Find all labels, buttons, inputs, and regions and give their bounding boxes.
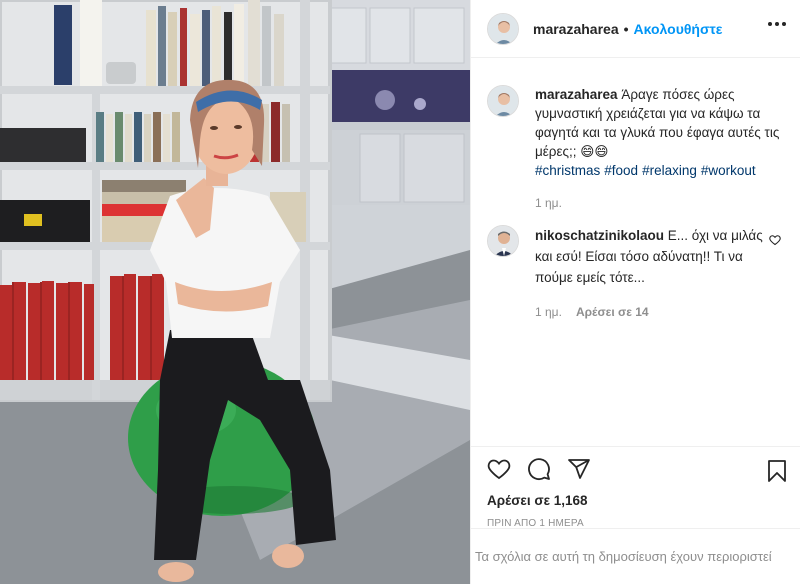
likes-count[interactable]: Αρέσει σε 1,168 (471, 493, 800, 508)
caption-avatar-image (488, 86, 518, 116)
comment-like-heart-icon[interactable] (769, 233, 781, 249)
comment-time[interactable]: 1 ημ. (535, 302, 562, 323)
author-username[interactable]: marazaharea (533, 21, 619, 37)
like-heart-icon[interactable] (487, 457, 511, 484)
hashtag-workout[interactable]: #workout (701, 163, 756, 178)
post-header: marazaharea • Ακολουθήστε (471, 0, 800, 58)
instagram-post: marazaharea • Ακολουθήστε marazaharea Άρ… (0, 0, 800, 584)
more-options-icon[interactable] (768, 22, 786, 26)
caption-time[interactable]: 1 ημ. (535, 194, 787, 213)
comment-likes[interactable]: Αρέσει σε 14 (576, 302, 649, 323)
post-actions: Αρέσει σε 1,168 ΠΡΙΝ ΑΠΟ 1 ΗΜΕΡΑ (471, 446, 800, 529)
header-separator: • (623, 20, 629, 37)
author-avatar-image (488, 13, 518, 44)
comments-list[interactable]: marazaharea Άραγε πόσες ώρες γυμναστική … (471, 59, 800, 444)
caption-body: marazaharea Άραγε πόσες ώρες γυμναστική … (535, 85, 787, 213)
hashtag-relaxing[interactable]: #relaxing (642, 163, 697, 178)
caption-username[interactable]: marazaharea (535, 87, 618, 102)
save-bookmark-icon[interactable] (765, 459, 789, 486)
author-avatar[interactable] (487, 12, 519, 45)
commenter-avatar-image (488, 226, 518, 256)
photo-illustration (0, 0, 470, 584)
caption-avatar[interactable] (487, 85, 519, 117)
caption-hashtags: #christmas #food #relaxing #workout (535, 161, 787, 180)
commenter-username[interactable]: nikoschatzinikolaou (535, 228, 664, 243)
follow-button[interactable]: Ακολουθήστε (634, 21, 723, 37)
action-icons-row (471, 447, 800, 493)
comment-bubble-icon[interactable] (527, 457, 551, 484)
comments-restricted-notice: Τα σχόλια σε αυτή τη δημοσίευση έχουν πε… (471, 528, 800, 584)
post-photo[interactable] (0, 0, 470, 584)
post-side-panel: marazaharea • Ακολουθήστε marazaharea Άρ… (470, 0, 800, 584)
share-paper-plane-icon[interactable] (567, 457, 591, 484)
comment-item: nikoschatzinikolaou Ε... όχι να μιλάς κα… (487, 225, 787, 323)
hashtag-christmas[interactable]: #christmas (535, 163, 600, 178)
post-caption: marazaharea Άραγε πόσες ώρες γυμναστική … (487, 85, 787, 213)
comment-meta: 1 ημ. Αρέσει σε 14 (535, 302, 765, 323)
hashtag-food[interactable]: #food (604, 163, 638, 178)
commenter-avatar[interactable] (487, 225, 519, 257)
comment-body: nikoschatzinikolaou Ε... όχι να μιλάς κα… (535, 225, 765, 323)
